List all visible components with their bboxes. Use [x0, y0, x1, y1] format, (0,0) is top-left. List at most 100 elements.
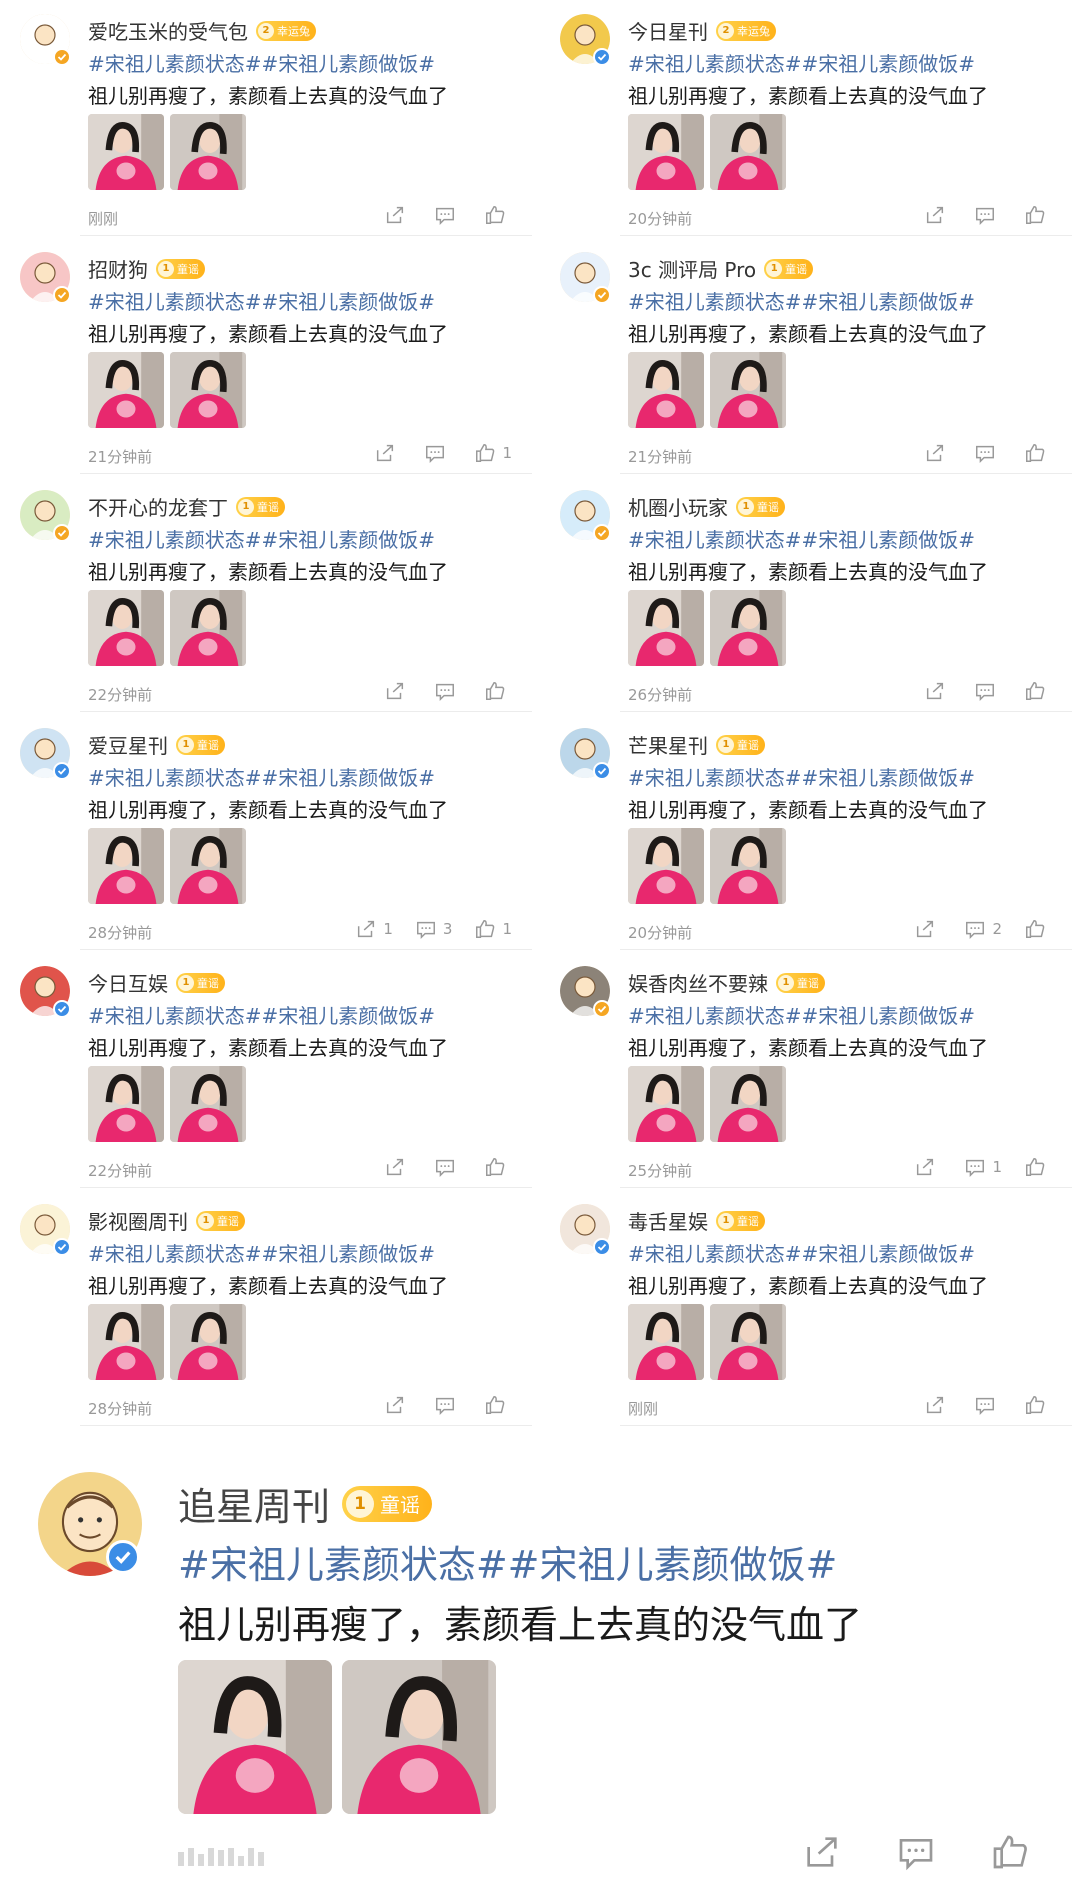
like-button[interactable]: [1024, 680, 1052, 702]
share-button[interactable]: 1: [355, 918, 393, 940]
like-button[interactable]: 1: [474, 918, 512, 940]
share-button[interactable]: [384, 1394, 412, 1416]
post-image[interactable]: [88, 352, 164, 428]
post-image[interactable]: [710, 114, 786, 190]
username[interactable]: 芒果星刊: [628, 730, 708, 759]
hashtags[interactable]: #宋祖儿素颜状态##宋祖儿素颜做饭#: [628, 48, 975, 77]
hashtags[interactable]: #宋祖儿素颜状态##宋祖儿素颜做饭#: [88, 48, 435, 77]
share-button[interactable]: [924, 1394, 952, 1416]
featured-username[interactable]: 追星周刊: [178, 1476, 330, 1531]
share-button[interactable]: [802, 1832, 842, 1872]
username[interactable]: 爱豆星刊: [88, 730, 168, 759]
post-image[interactable]: [170, 828, 246, 904]
post-image[interactable]: [342, 1660, 496, 1814]
like-button[interactable]: [1024, 1156, 1052, 1178]
username[interactable]: 爱吃玉米的受气包: [88, 16, 248, 45]
share-button[interactable]: [384, 1156, 412, 1178]
hashtags[interactable]: #宋祖儿素颜状态##宋祖儿素颜做饭#: [88, 1000, 435, 1029]
post-actions: 1 3 1: [355, 918, 512, 940]
share-button[interactable]: [924, 204, 952, 226]
timestamp: 刚刚: [88, 210, 119, 228]
share-button[interactable]: [924, 680, 952, 702]
comment-button[interactable]: [434, 1394, 462, 1416]
username[interactable]: 不开心的龙套丁: [88, 492, 228, 521]
like-button[interactable]: [990, 1832, 1030, 1872]
fan-level: 2: [718, 22, 734, 39]
post-image[interactable]: [628, 114, 704, 190]
post-image[interactable]: [710, 1066, 786, 1142]
hashtags[interactable]: #宋祖儿素颜状态##宋祖儿素颜做饭#: [88, 1238, 435, 1267]
post-image[interactable]: [88, 1304, 164, 1380]
share-button[interactable]: [914, 1156, 942, 1178]
username[interactable]: 毒舌星娱: [628, 1206, 708, 1235]
like-icon: [476, 920, 495, 938]
fan-badge: 1 童谣: [716, 734, 765, 755]
post-image[interactable]: [710, 828, 786, 904]
hashtags[interactable]: #宋祖儿素颜状态##宋祖儿素颜做饭#: [628, 1238, 975, 1267]
hashtags[interactable]: #宋祖儿素颜状态##宋祖儿素颜做饭#: [628, 524, 975, 553]
comment-button[interactable]: [974, 1394, 1002, 1416]
post-image[interactable]: [710, 590, 786, 666]
share-button[interactable]: [374, 442, 402, 464]
like-button[interactable]: 1: [474, 442, 512, 464]
like-button[interactable]: [484, 1394, 512, 1416]
featured-hashtags[interactable]: #宋祖儿素颜状态##宋祖儿素颜做饭#: [178, 1534, 837, 1589]
post-image[interactable]: [88, 1066, 164, 1142]
hashtags[interactable]: #宋祖儿素颜状态##宋祖儿素颜做饭#: [88, 762, 435, 791]
like-button[interactable]: [1024, 1394, 1052, 1416]
post-image[interactable]: [170, 352, 246, 428]
username[interactable]: 娱香肉丝不要辣: [628, 968, 768, 997]
username[interactable]: 机圈小玩家: [628, 492, 728, 521]
share-button[interactable]: [384, 204, 412, 226]
comment-button[interactable]: 1: [964, 1156, 1002, 1178]
timestamp: 25分钟前: [628, 1162, 693, 1180]
hashtags[interactable]: #宋祖儿素颜状态##宋祖儿素颜做饭#: [628, 1000, 975, 1029]
post-image[interactable]: [628, 352, 704, 428]
hashtags[interactable]: #宋祖儿素颜状态##宋祖儿素颜做饭#: [628, 286, 975, 315]
like-button[interactable]: [1024, 204, 1052, 226]
post-image[interactable]: [628, 590, 704, 666]
comment-button[interactable]: 2: [964, 918, 1002, 940]
like-button[interactable]: [1024, 918, 1052, 940]
username[interactable]: 今日星刊: [628, 16, 708, 45]
comment-button[interactable]: [424, 442, 452, 464]
like-icon: [486, 206, 505, 224]
comment-button[interactable]: [896, 1832, 936, 1872]
post-images: [88, 590, 246, 666]
post-image[interactable]: [628, 828, 704, 904]
comment-button[interactable]: [974, 204, 1002, 226]
like-button[interactable]: [484, 680, 512, 702]
hashtags[interactable]: #宋祖儿素颜状态##宋祖儿素颜做饭#: [628, 762, 975, 791]
post-image[interactable]: [710, 1304, 786, 1380]
share-button[interactable]: [914, 918, 942, 940]
post-image[interactable]: [170, 1304, 246, 1380]
username[interactable]: 影视圈周刊: [88, 1206, 188, 1235]
comment-button[interactable]: [434, 680, 462, 702]
username[interactable]: 招财狗: [88, 254, 148, 283]
username[interactable]: 今日互娱: [88, 968, 168, 997]
share-button[interactable]: [384, 680, 412, 702]
comment-button[interactable]: [974, 680, 1002, 702]
comment-button[interactable]: [434, 1156, 462, 1178]
like-button[interactable]: [484, 204, 512, 226]
like-button[interactable]: [484, 1156, 512, 1178]
comment-button[interactable]: [434, 204, 462, 226]
post-image[interactable]: [628, 1304, 704, 1380]
post-image[interactable]: [88, 828, 164, 904]
hashtags[interactable]: #宋祖儿素颜状态##宋祖儿素颜做饭#: [88, 286, 435, 315]
share-button[interactable]: [924, 442, 952, 464]
post-image[interactable]: [170, 1066, 246, 1142]
post-image[interactable]: [710, 352, 786, 428]
like-button[interactable]: [1024, 442, 1052, 464]
post-image[interactable]: [178, 1660, 332, 1814]
post-image[interactable]: [88, 114, 164, 190]
post-image[interactable]: [170, 114, 246, 190]
repost-card: 3c 测评局 Pro 1 童谣 #宋祖儿素颜状态##宋祖儿素颜做饭# 祖儿别再瘦了，素颜…: [540, 238, 1080, 476]
comment-button[interactable]: 3: [415, 918, 452, 940]
post-image[interactable]: [170, 590, 246, 666]
post-image[interactable]: [628, 1066, 704, 1142]
hashtags[interactable]: #宋祖儿素颜状态##宋祖儿素颜做饭#: [88, 524, 435, 553]
post-image[interactable]: [88, 590, 164, 666]
comment-button[interactable]: [974, 442, 1002, 464]
username[interactable]: 3c 测评局 Pro: [628, 254, 756, 283]
